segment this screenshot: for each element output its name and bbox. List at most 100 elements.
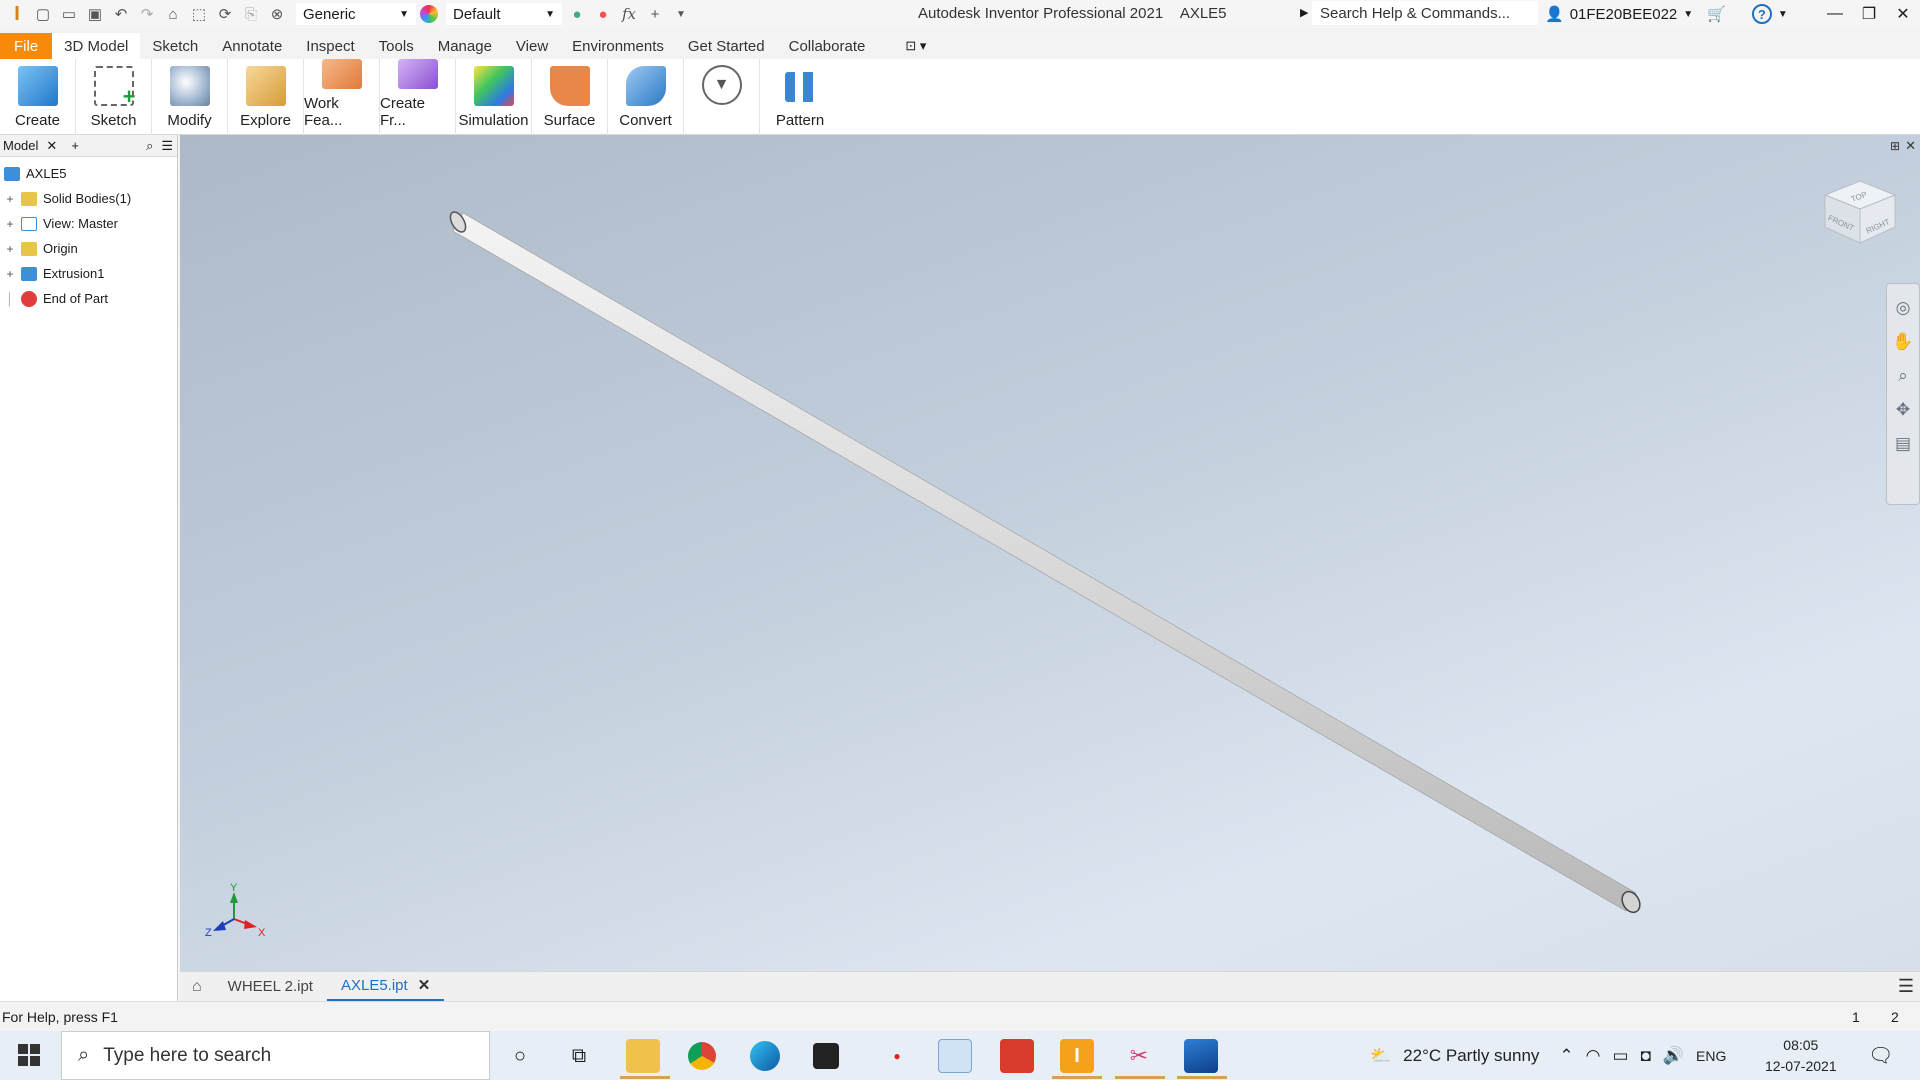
ribbon-display-icon[interactable]: ⊡ ▾ (905, 38, 926, 54)
look-at-icon[interactable]: ▤ (1895, 434, 1911, 454)
tab-menu-icon[interactable]: ☰ (1898, 976, 1914, 997)
parameters-icon[interactable]: fx (618, 3, 640, 25)
weather-icon[interactable]: ⛅ (1370, 1046, 1391, 1066)
tab-annotate[interactable]: Annotate (210, 33, 294, 59)
convert-button[interactable]: Convert (608, 59, 684, 135)
modify-button[interactable]: Modify (152, 59, 228, 135)
close-icon[interactable]: ✕ (418, 976, 431, 994)
select-icon[interactable]: ⬚ (188, 3, 210, 25)
close-viewport-icon[interactable]: ✕ (1905, 138, 1916, 154)
expand-icon[interactable]: + (5, 242, 15, 256)
tab-sketch[interactable]: Sketch (140, 33, 210, 59)
tab-file[interactable]: File (0, 33, 53, 59)
tree-node-view[interactable]: + View: Master (0, 211, 177, 236)
pan-icon[interactable]: ✋ (1892, 332, 1913, 352)
tree-node-origin[interactable]: + Origin (0, 236, 177, 261)
save-icon[interactable]: ▣ (84, 3, 106, 25)
appearance-select[interactable]: Default ▼ (446, 3, 562, 25)
material-select[interactable]: Generic ▼ (296, 3, 416, 25)
zoom-icon[interactable]: ⌕ (1898, 366, 1908, 386)
photos-icon[interactable] (1184, 1039, 1218, 1073)
customize-icon[interactable]: ▼ (670, 3, 692, 25)
expand-arrow-icon[interactable]: ▶ (1300, 6, 1308, 19)
update-icon[interactable]: ⟳ (214, 3, 236, 25)
view-cube[interactable]: TOP FRONT RIGHT (1823, 180, 1897, 244)
restore-icon[interactable]: ❐ (1852, 0, 1886, 28)
add-tab-icon[interactable]: + (71, 138, 79, 153)
minimize-icon[interactable]: — (1818, 0, 1852, 28)
browser-tab-model[interactable]: Model (3, 138, 38, 153)
tab-collaborate[interactable]: Collaborate (777, 33, 878, 59)
redo-icon[interactable]: ↷ (136, 3, 158, 25)
tree-node-end-of-part[interactable]: │ End of Part (0, 286, 177, 311)
notifications-icon[interactable]: 🗨 (1868, 1043, 1893, 1068)
pattern-button[interactable]: Pattern (760, 59, 840, 135)
work-features-button[interactable]: Work Fea... (304, 59, 380, 135)
inventor-logo-icon[interactable]: I (6, 3, 28, 25)
app-dot-icon[interactable]: ● (880, 1039, 914, 1073)
create-button[interactable]: Create (0, 59, 76, 135)
sketch-button[interactable]: + Sketch (76, 59, 152, 135)
tree-root[interactable]: AXLE5 (0, 161, 177, 186)
tree-node-solid-bodies[interactable]: + Solid Bodies(1) (0, 186, 177, 211)
tab-manage[interactable]: Manage (426, 33, 504, 59)
expand-icon[interactable]: + (5, 192, 15, 206)
explore-button[interactable]: Explore (228, 59, 304, 135)
search-icon[interactable]: ⌕ (146, 138, 153, 154)
doc-tab-wheel[interactable]: WHEEL 2.ipt (214, 972, 327, 1002)
windows-start-icon[interactable] (18, 1044, 40, 1066)
taskbar-clock[interactable]: 08:05 12-07-2021 (1765, 1035, 1837, 1077)
color-wheel-icon[interactable] (420, 5, 438, 23)
language-indicator[interactable]: ENG (1696, 1048, 1726, 1064)
tab-inspect[interactable]: Inspect (294, 33, 366, 59)
tab-view[interactable]: View (504, 33, 560, 59)
orbit-icon[interactable]: ✥ (1896, 400, 1910, 420)
edge-icon[interactable] (750, 1041, 780, 1071)
office-app-icon[interactable] (1000, 1039, 1034, 1073)
weather-text[interactable]: 22°C Partly sunny (1403, 1046, 1539, 1066)
tab-get-started[interactable]: Get Started (676, 33, 777, 59)
adjust-appearance-icon[interactable]: ● (566, 3, 588, 25)
menu-icon[interactable]: ☰ (161, 138, 173, 154)
cart-icon[interactable]: 🛒 (1707, 5, 1726, 23)
open-file-icon[interactable]: ▭ (58, 3, 80, 25)
adaptivity-icon[interactable]: ⎘ (240, 3, 262, 25)
cortana-icon[interactable]: ○ (503, 1039, 537, 1073)
store-icon[interactable] (813, 1043, 839, 1069)
add-icon[interactable]: + (644, 3, 666, 25)
graphics-window[interactable]: Y X Z TOP FRONT RIGHT ⊞ ✕ ◎ ✋ ⌕ ✥ ▤ (180, 135, 1920, 971)
doc-tab-axle[interactable]: AXLE5.ipt ✕ (326, 972, 445, 1002)
display-icon[interactable]: ⊗ (266, 3, 288, 25)
close-icon[interactable]: ✕ (1886, 0, 1920, 28)
simulation-button[interactable]: Simulation (456, 59, 532, 135)
battery-icon[interactable]: ▭ (1613, 1046, 1629, 1066)
expand-panel-button[interactable]: ▼ (684, 59, 760, 135)
maximize-viewport-icon[interactable]: ⊞ (1890, 139, 1900, 153)
taskbar-search-input[interactable]: ⌕ Type here to search (61, 1031, 490, 1080)
help-search-input[interactable]: Search Help & Commands... (1312, 1, 1538, 25)
image-viewer-icon[interactable] (938, 1039, 972, 1073)
chevron-down-icon[interactable]: ▼ (1778, 9, 1788, 20)
chrome-icon[interactable] (688, 1042, 716, 1070)
steering-wheel-icon[interactable]: ◎ (1896, 298, 1911, 318)
undo-icon[interactable]: ↶ (110, 3, 132, 25)
task-view-icon[interactable]: ⧉ (562, 1039, 596, 1073)
user-account[interactable]: 👤 01FE20BEE022 ▼ 🛒 ? ▼ (1545, 4, 1788, 24)
close-icon[interactable]: ✕ (46, 138, 57, 154)
new-file-icon[interactable]: ▢ (32, 3, 54, 25)
tree-node-extrusion[interactable]: + Extrusion1 (0, 261, 177, 286)
tab-tools[interactable]: Tools (367, 33, 426, 59)
camera-icon[interactable]: ◘ (1641, 1046, 1651, 1066)
tab-3d-model[interactable]: 3D Model (52, 33, 141, 59)
wifi-icon[interactable]: ◠ (1586, 1046, 1601, 1066)
chevron-up-icon[interactable]: ⌃ (1559, 1046, 1573, 1066)
clear-appearance-icon[interactable]: ● (592, 3, 614, 25)
volume-icon[interactable]: 🔊 (1663, 1046, 1684, 1066)
expand-icon[interactable]: + (5, 217, 15, 231)
tab-environments[interactable]: Environments (560, 33, 676, 59)
axle-body[interactable] (452, 212, 1637, 912)
help-icon[interactable]: ? (1751, 4, 1772, 24)
snip-tool-icon[interactable]: ✂ (1122, 1039, 1156, 1073)
surface-button[interactable]: Surface (532, 59, 608, 135)
inventor-taskbar-icon[interactable]: I (1060, 1039, 1094, 1073)
